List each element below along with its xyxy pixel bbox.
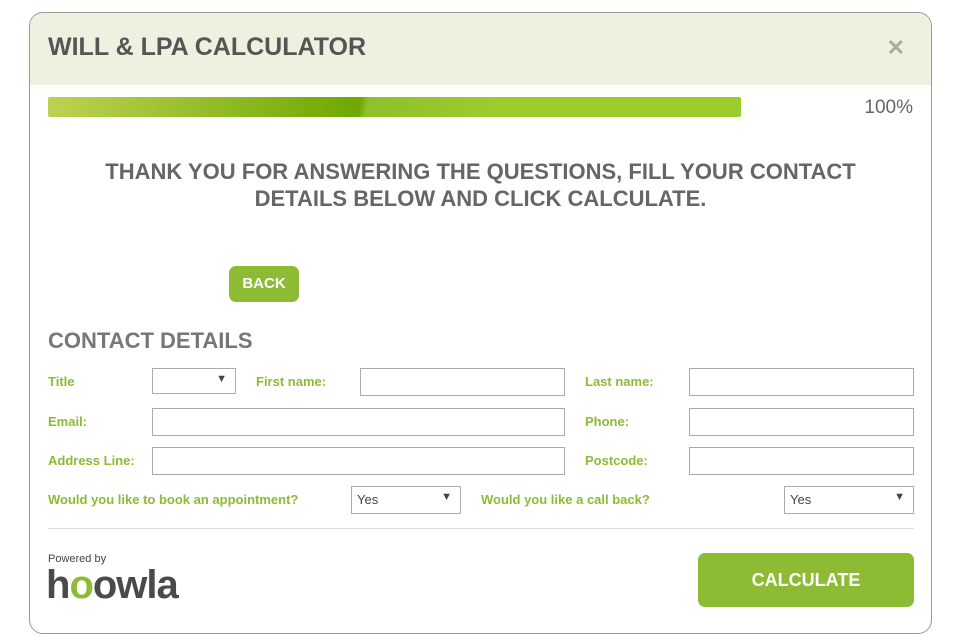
postcode-label: Postcode: <box>585 453 648 468</box>
calculate-button[interactable]: CALCULATE <box>698 553 914 607</box>
modal-title: WILL & LPA CALCULATOR <box>48 33 367 61</box>
title-label: Title <box>48 374 75 389</box>
address-input[interactable] <box>152 447 565 475</box>
first-name-input[interactable] <box>360 368 565 396</box>
last-name-input[interactable] <box>689 368 914 396</box>
email-input[interactable] <box>152 408 565 436</box>
hoowla-logo: hoowla <box>46 563 179 607</box>
message-line-1: THANK YOU FOR ANSWERING THE QUESTIONS, F… <box>105 159 856 184</box>
last-name-label: Last name: <box>585 374 654 389</box>
appointment-label: Would you like to book an appointment? <box>48 492 299 507</box>
contact-details-heading: CONTACT DETAILS <box>48 328 253 353</box>
callback-select[interactable]: Yes ▼ <box>784 486 914 514</box>
dropdown-arrow-icon: ▼ <box>894 491 905 503</box>
postcode-input[interactable] <box>689 447 914 475</box>
divider <box>48 528 914 529</box>
email-label: Email: <box>48 414 88 429</box>
title-select[interactable]: ▼ <box>152 368 236 394</box>
dropdown-arrow-icon: ▼ <box>216 373 227 385</box>
message-line-2: DETAILS BELOW AND CLICK CALCULATE. <box>254 186 707 211</box>
calculator-modal: WILL & LPA CALCULATOR ✕ 100% THANK YOU F… <box>29 12 932 634</box>
progress-label: 100% <box>864 97 913 118</box>
close-icon[interactable]: ✕ <box>887 35 905 61</box>
address-label: Address Line: <box>48 453 135 468</box>
back-button[interactable]: BACK <box>229 266 299 302</box>
first-name-label: First name: <box>256 374 327 389</box>
instruction-message: THANK YOU FOR ANSWERING THE QUESTIONS, F… <box>30 158 931 212</box>
dropdown-arrow-icon: ▼ <box>441 491 452 503</box>
progress-bar <box>48 97 741 117</box>
phone-input[interactable] <box>689 408 914 436</box>
appointment-select[interactable]: Yes ▼ <box>351 486 461 514</box>
modal-header: WILL & LPA CALCULATOR ✕ <box>30 13 931 85</box>
callback-label: Would you like a call back? <box>481 492 650 507</box>
phone-label: Phone: <box>585 414 630 429</box>
